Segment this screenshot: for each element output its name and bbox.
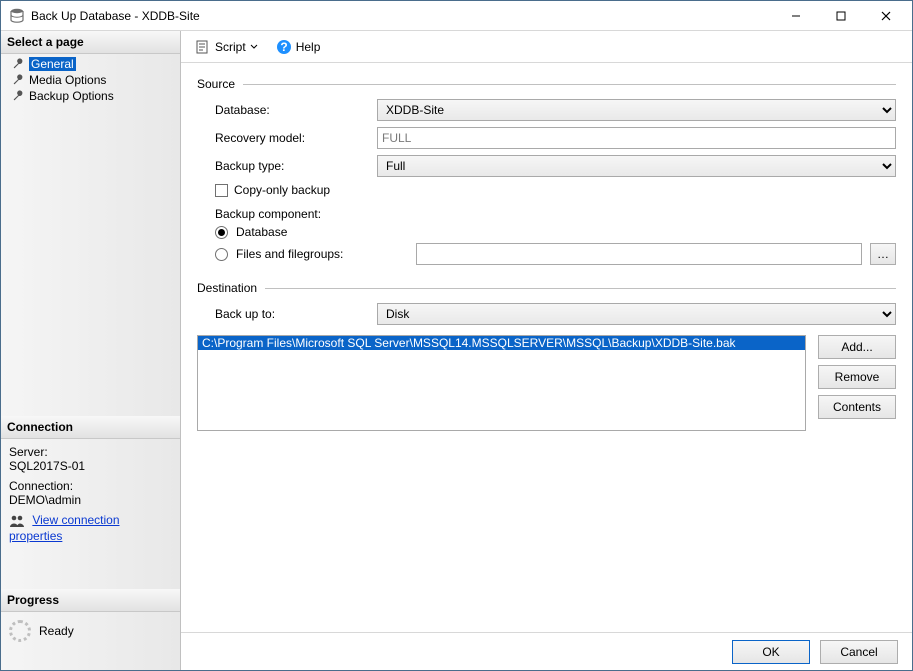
help-icon: ? (276, 39, 292, 55)
progress-state: Ready (39, 624, 74, 638)
people-icon (9, 513, 25, 529)
page-general[interactable]: General (1, 56, 180, 72)
main-panel: Script ? Help Source Database: (181, 31, 912, 670)
backup-type-combo[interactable]: Full (377, 155, 896, 177)
page-label: General (29, 57, 76, 71)
connection-info: Server: SQL2017S-01 Connection: DEMO\adm… (1, 439, 180, 549)
progress-spinner-icon (9, 620, 31, 642)
script-label: Script (215, 40, 246, 54)
maximize-button[interactable] (818, 1, 863, 30)
contents-button[interactable]: Contents (818, 395, 896, 419)
destination-list-item[interactable]: C:\Program Files\Microsoft SQL Server\MS… (198, 336, 805, 350)
source-legend: Source (197, 77, 235, 91)
destination-list[interactable]: C:\Program Files\Microsoft SQL Server\MS… (197, 335, 806, 431)
window-controls (773, 1, 908, 30)
database-combo[interactable]: XDDB-Site (377, 99, 896, 121)
radio-database-label: Database (236, 225, 287, 239)
window-title: Back Up Database - XDDB-Site (31, 9, 773, 23)
server-label: Server: (9, 445, 172, 459)
minimize-button[interactable] (773, 1, 818, 30)
radio-icon (215, 226, 228, 239)
remove-button[interactable]: Remove (818, 365, 896, 389)
copy-only-label: Copy-only backup (234, 183, 330, 197)
checkbox-box-icon (215, 184, 228, 197)
script-button[interactable]: Script (191, 37, 262, 57)
wrench-icon (11, 57, 25, 71)
radio-icon (215, 248, 228, 261)
view-connection-properties[interactable]: View connection properties (9, 513, 172, 543)
sidebar: Select a page General Media Options Back… (1, 31, 181, 670)
page-backup-options[interactable]: Backup Options (1, 88, 180, 104)
toolbar: Script ? Help (181, 31, 912, 63)
server-value: SQL2017S-01 (9, 459, 172, 473)
page-list: General Media Options Backup Options (1, 54, 180, 106)
backup-type-label: Backup type: (197, 159, 377, 173)
radio-database[interactable]: Database (197, 225, 896, 239)
close-button[interactable] (863, 1, 908, 30)
content-area: Source Database: XDDB-Site Recovery mode… (181, 63, 912, 632)
progress-status: Ready (1, 612, 180, 650)
ok-button[interactable]: OK (732, 640, 810, 664)
select-page-header: Select a page (1, 31, 180, 54)
wrench-icon (11, 89, 25, 103)
view-connection-link[interactable]: View connection properties (9, 513, 120, 543)
database-label: Database: (197, 103, 377, 117)
backup-to-label: Back up to: (197, 307, 377, 321)
help-button[interactable]: ? Help (272, 37, 325, 57)
titlebar: Back Up Database - XDDB-Site (1, 1, 912, 31)
source-section: Source Database: XDDB-Site Recovery mode… (197, 77, 896, 265)
radio-files-label: Files and filegroups: (236, 247, 408, 261)
page-label: Backup Options (29, 89, 114, 103)
database-icon (9, 8, 25, 24)
progress-header: Progress (1, 589, 180, 612)
connection-value: DEMO\admin (9, 493, 172, 507)
files-browse-button[interactable]: … (870, 243, 896, 265)
cancel-button[interactable]: Cancel (820, 640, 898, 664)
destination-section: Destination Back up to: Disk C:\Program … (197, 281, 896, 431)
dialog-footer: OK Cancel (181, 632, 912, 670)
svg-text:?: ? (280, 40, 287, 54)
connection-label: Connection: (9, 479, 172, 493)
destination-legend: Destination (197, 281, 257, 295)
add-button[interactable]: Add... (818, 335, 896, 359)
chevron-down-icon (250, 43, 258, 51)
script-icon (195, 39, 211, 55)
backup-database-dialog: Back Up Database - XDDB-Site Select a pa… (0, 0, 913, 671)
recovery-model-label: Recovery model: (197, 131, 377, 145)
page-media-options[interactable]: Media Options (1, 72, 180, 88)
backup-to-combo[interactable]: Disk (377, 303, 896, 325)
connection-header: Connection (1, 416, 180, 439)
files-filegroups-field (416, 243, 862, 265)
copy-only-checkbox[interactable]: Copy-only backup (197, 183, 330, 197)
help-label: Help (296, 40, 321, 54)
wrench-icon (11, 73, 25, 87)
backup-component-label: Backup component: (197, 207, 896, 221)
recovery-model-field (377, 127, 896, 149)
page-label: Media Options (29, 73, 106, 87)
